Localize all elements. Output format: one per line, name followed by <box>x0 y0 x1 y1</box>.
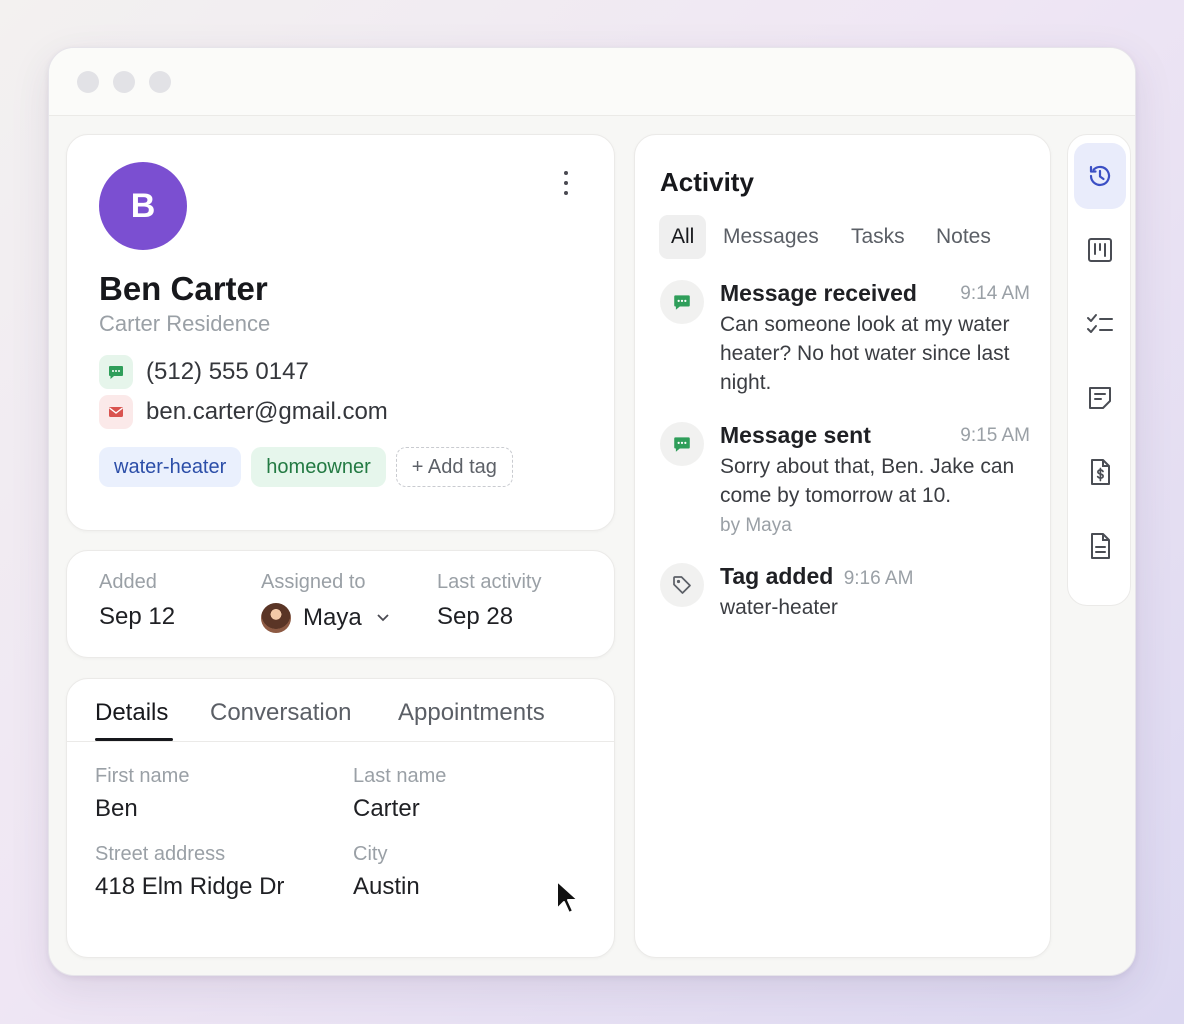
assignee-dropdown[interactable]: Maya <box>261 603 390 633</box>
note-button[interactable] <box>1074 365 1126 431</box>
assignee-avatar <box>261 603 291 633</box>
added-label: Added <box>99 571 157 593</box>
tag-icon <box>660 563 704 607</box>
street-address-value[interactable]: 418 Elm Ridge Dr <box>95 873 284 901</box>
tab-details[interactable]: Details <box>95 699 168 727</box>
email-icon <box>99 395 133 429</box>
first-name-label: First name <box>95 765 190 787</box>
event-body: Sorry about that, Ben. Jake can come by … <box>720 455 1015 507</box>
event-body: Can someone look at my water heater? No … <box>720 313 1010 394</box>
chevron-down-icon <box>377 614 389 622</box>
phone-row[interactable]: (512) 555 0147 <box>99 355 309 389</box>
city-label: City <box>353 843 388 865</box>
city-value[interactable]: Austin <box>353 873 420 901</box>
board-icon <box>1088 238 1112 262</box>
mouse-cursor-icon <box>556 880 579 914</box>
invoice-icon <box>1091 459 1110 485</box>
last-name-label: Last name <box>353 765 447 787</box>
event-title: Message received <box>720 280 917 306</box>
activity-event[interactable]: Message sent 9:15 AM Sorry about that, B… <box>660 422 1030 542</box>
event-time: 9:16 AM <box>843 568 914 589</box>
contact-company: Carter Residence <box>99 311 271 336</box>
avatar: B <box>99 162 187 250</box>
more-options-icon[interactable] <box>556 169 576 197</box>
filter-tasks[interactable]: Tasks <box>851 215 905 259</box>
tag-water-heater[interactable]: water-heater <box>99 447 242 487</box>
board-button[interactable] <box>1074 217 1126 283</box>
meta-card: Added Sep 12 Assigned to Maya Last activ… <box>66 550 615 658</box>
assignee-name: Maya <box>303 604 362 631</box>
document-icon <box>1091 533 1110 559</box>
tag-list: water-heater homeowner + Add tag <box>99 447 523 487</box>
activity-event[interactable]: Message received 9:14 AM Can someone loo… <box>660 280 1030 400</box>
message-icon <box>660 280 704 324</box>
invoice-button[interactable] <box>1074 439 1126 505</box>
street-address-label: Street address <box>95 843 226 865</box>
filter-messages[interactable]: Messages <box>723 215 819 259</box>
email-address: ben.carter@gmail.com <box>146 398 388 425</box>
checklist-icon <box>1087 314 1113 333</box>
profile-card: B Ben Carter Carter Residence (512) 555 … <box>66 134 615 531</box>
details-card: Details Conversation Appointments First … <box>66 678 615 958</box>
event-title: Tag added 9:16 AM <box>720 563 913 590</box>
filter-all[interactable]: All <box>659 215 707 259</box>
last-name-value[interactable]: Carter <box>353 795 420 823</box>
tab-conversation[interactable]: Conversation <box>210 699 351 727</box>
details-tabs: Details Conversation Appointments <box>67 679 614 742</box>
history-button[interactable] <box>1074 143 1126 209</box>
window-close-dot[interactable] <box>77 71 99 93</box>
activity-title: Activity <box>660 167 754 197</box>
window-maximize-dot[interactable] <box>149 71 171 93</box>
email-row[interactable]: ben.carter@gmail.com <box>99 395 388 429</box>
app-window: B Ben Carter Carter Residence (512) 555 … <box>48 47 1136 976</box>
contact-name: Ben Carter <box>99 270 268 307</box>
document-button[interactable] <box>1074 513 1126 579</box>
title-bar <box>49 48 1135 116</box>
activity-event[interactable]: Tag added 9:16 AM water-heater <box>660 563 1030 633</box>
sms-icon <box>99 355 133 389</box>
tab-appointments[interactable]: Appointments <box>398 699 545 727</box>
add-tag-button[interactable]: + Add tag <box>395 447 513 487</box>
tag-homeowner[interactable]: homeowner <box>251 447 386 487</box>
history-icon <box>1089 165 1111 186</box>
side-rail <box>1067 134 1131 606</box>
filter-notes[interactable]: Notes <box>936 215 991 259</box>
event-title: Message sent <box>720 422 871 448</box>
first-name-value[interactable]: Ben <box>95 795 138 823</box>
event-author: by Maya <box>720 515 792 536</box>
added-value: Sep 12 <box>99 603 176 630</box>
last-activity-value: Sep 28 <box>437 603 514 630</box>
event-body: water-heater <box>720 596 838 619</box>
event-time: 9:14 AM <box>960 283 1030 304</box>
last-activity-label: Last activity <box>437 571 542 593</box>
message-icon <box>660 422 704 466</box>
assigned-label: Assigned to <box>261 571 366 593</box>
event-title-text: Tag added <box>720 563 834 589</box>
phone-number: (512) 555 0147 <box>146 358 309 385</box>
note-icon <box>1089 387 1111 409</box>
activity-card: Activity All Messages Tasks Notes Messag… <box>634 134 1051 958</box>
event-time: 9:15 AM <box>960 425 1030 446</box>
window-minimize-dot[interactable] <box>113 71 135 93</box>
active-tab-indicator <box>95 738 173 741</box>
checklist-button[interactable] <box>1074 291 1126 357</box>
